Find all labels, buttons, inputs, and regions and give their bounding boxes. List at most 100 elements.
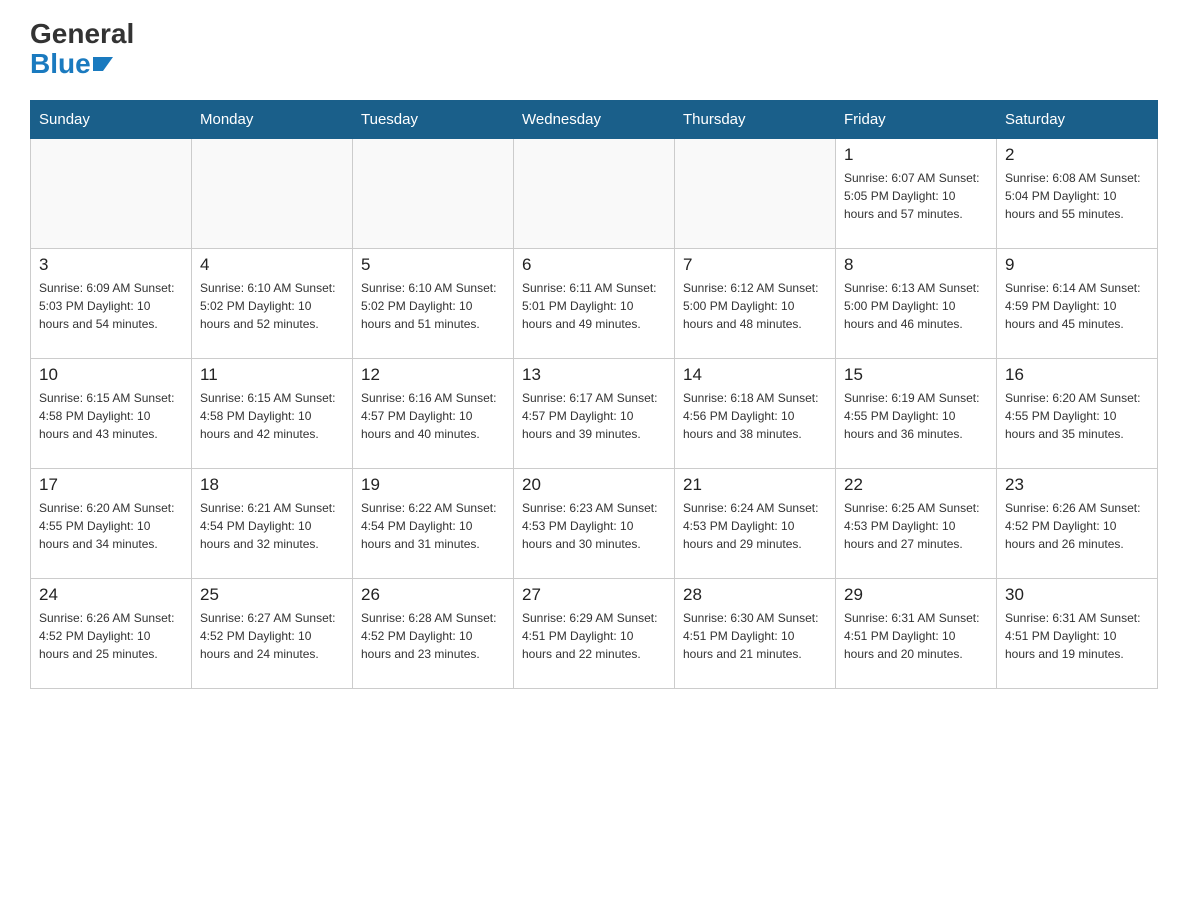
calendar-cell: 22 Sunrise: 6:25 AM Sunset: 4:53 PM Dayli… [836,469,997,579]
calendar-cell: 3 Sunrise: 6:09 AM Sunset: 5:03 PM Daylig… [31,249,192,359]
day-detail: Sunrise: 6:16 AM Sunset: 4:57 PM Dayligh… [361,389,505,443]
day-number: 27 [522,585,666,605]
calendar-cell: 20Sunrise: 6:23 AM Sunset: 4:53 PM Dayli… [514,469,675,579]
day-number: 3 [39,255,183,275]
day-number: 20 [522,475,666,495]
calendar-cell: 1 Sunrise: 6:07 AM Sunset: 5:05 PM Daylig… [836,139,997,249]
day-number: 26 [361,585,505,605]
day-number: 11 [200,365,344,385]
day-detail: Sunrise: 6:07 AM Sunset: 5:05 PM Dayligh… [844,169,988,223]
day-number: 13 [522,365,666,385]
calendar-cell: 4Sunrise: 6:10 AM Sunset: 5:02 PM Daylig… [192,249,353,359]
day-header-wednesday: Wednesday [514,101,675,139]
calendar-header-row: SundayMondayTuesdayWednesdayThursdayFrid… [31,101,1158,139]
day-detail: Sunrise: 6:27 AM Sunset: 4:52 PM Dayligh… [200,609,344,663]
day-number: 28 [683,585,827,605]
day-detail: Sunrise: 6:24 AM Sunset: 4:53 PM Dayligh… [683,499,827,553]
calendar-week-row: 1 Sunrise: 6:07 AM Sunset: 5:05 PM Daylig… [31,139,1158,249]
calendar-cell: 18 Sunrise: 6:21 AM Sunset: 4:54 PM Dayli… [192,469,353,579]
day-number: 14 [683,365,827,385]
day-detail: Sunrise: 6:26 AM Sunset: 4:52 PM Dayligh… [39,609,183,663]
day-header-saturday: Saturday [997,101,1158,139]
calendar-cell: 21 Sunrise: 6:24 AM Sunset: 4:53 PM Dayli… [675,469,836,579]
day-number: 18 [200,475,344,495]
day-number: 9 [1005,255,1149,275]
day-number: 17 [39,475,183,495]
calendar-week-row: 3 Sunrise: 6:09 AM Sunset: 5:03 PM Daylig… [31,249,1158,359]
day-detail: Sunrise: 6:22 AM Sunset: 4:54 PM Dayligh… [361,499,505,553]
day-header-monday: Monday [192,101,353,139]
calendar-week-row: 24Sunrise: 6:26 AM Sunset: 4:52 PM Dayli… [31,579,1158,689]
day-number: 5 [361,255,505,275]
calendar-cell: 26 Sunrise: 6:28 AM Sunset: 4:52 PM Dayli… [353,579,514,689]
calendar-cell: 7Sunrise: 6:12 AM Sunset: 5:00 PM Daylig… [675,249,836,359]
day-header-friday: Friday [836,101,997,139]
day-detail: Sunrise: 6:30 AM Sunset: 4:51 PM Dayligh… [683,609,827,663]
day-detail: Sunrise: 6:17 AM Sunset: 4:57 PM Dayligh… [522,389,666,443]
day-number: 19 [361,475,505,495]
calendar-cell: 14 Sunrise: 6:18 AM Sunset: 4:56 PM Dayli… [675,359,836,469]
day-detail: Sunrise: 6:10 AM Sunset: 5:02 PM Dayligh… [200,279,344,333]
day-number: 22 [844,475,988,495]
calendar-cell: 29 Sunrise: 6:31 AM Sunset: 4:51 PM Dayli… [836,579,997,689]
logo: General Blue [30,20,134,80]
day-detail: Sunrise: 6:13 AM Sunset: 5:00 PM Dayligh… [844,279,988,333]
day-detail: Sunrise: 6:14 AM Sunset: 4:59 PM Dayligh… [1005,279,1149,333]
day-detail: Sunrise: 6:31 AM Sunset: 4:51 PM Dayligh… [844,609,988,663]
day-detail: Sunrise: 6:20 AM Sunset: 4:55 PM Dayligh… [1005,389,1149,443]
calendar-cell: 9 Sunrise: 6:14 AM Sunset: 4:59 PM Daylig… [997,249,1158,359]
day-detail: Sunrise: 6:08 AM Sunset: 5:04 PM Dayligh… [1005,169,1149,223]
day-detail: Sunrise: 6:18 AM Sunset: 4:56 PM Dayligh… [683,389,827,443]
calendar-cell [514,139,675,249]
day-detail: Sunrise: 6:19 AM Sunset: 4:55 PM Dayligh… [844,389,988,443]
day-detail: Sunrise: 6:28 AM Sunset: 4:52 PM Dayligh… [361,609,505,663]
calendar-cell: 16 Sunrise: 6:20 AM Sunset: 4:55 PM Dayli… [997,359,1158,469]
page-header: General Blue [30,20,1158,80]
calendar-cell: 27 Sunrise: 6:29 AM Sunset: 4:51 PM Dayli… [514,579,675,689]
logo-blue-text: Blue [30,48,113,80]
day-detail: Sunrise: 6:20 AM Sunset: 4:55 PM Dayligh… [39,499,183,553]
calendar-cell: 24Sunrise: 6:26 AM Sunset: 4:52 PM Dayli… [31,579,192,689]
calendar-cell: 19 Sunrise: 6:22 AM Sunset: 4:54 PM Dayli… [353,469,514,579]
calendar-cell: 8 Sunrise: 6:13 AM Sunset: 5:00 PM Daylig… [836,249,997,359]
day-detail: Sunrise: 6:15 AM Sunset: 4:58 PM Dayligh… [39,389,183,443]
calendar-cell: 13 Sunrise: 6:17 AM Sunset: 4:57 PM Dayli… [514,359,675,469]
day-detail: Sunrise: 6:09 AM Sunset: 5:03 PM Dayligh… [39,279,183,333]
day-number: 21 [683,475,827,495]
day-detail: Sunrise: 6:21 AM Sunset: 4:54 PM Dayligh… [200,499,344,553]
day-number: 30 [1005,585,1149,605]
calendar-cell: 28 Sunrise: 6:30 AM Sunset: 4:51 PM Dayli… [675,579,836,689]
day-detail: Sunrise: 6:31 AM Sunset: 4:51 PM Dayligh… [1005,609,1149,663]
calendar-week-row: 17 Sunrise: 6:20 AM Sunset: 4:55 PM Dayli… [31,469,1158,579]
logo-triangle-icon [93,57,113,71]
calendar-cell: 23Sunrise: 6:26 AM Sunset: 4:52 PM Dayli… [997,469,1158,579]
day-detail: Sunrise: 6:29 AM Sunset: 4:51 PM Dayligh… [522,609,666,663]
day-number: 25 [200,585,344,605]
day-detail: Sunrise: 6:11 AM Sunset: 5:01 PM Dayligh… [522,279,666,333]
day-number: 12 [361,365,505,385]
day-number: 10 [39,365,183,385]
day-number: 15 [844,365,988,385]
calendar-cell: 10 Sunrise: 6:15 AM Sunset: 4:58 PM Dayli… [31,359,192,469]
calendar-cell [31,139,192,249]
day-header-tuesday: Tuesday [353,101,514,139]
day-header-sunday: Sunday [31,101,192,139]
day-number: 8 [844,255,988,275]
calendar-cell [675,139,836,249]
day-header-thursday: Thursday [675,101,836,139]
day-number: 29 [844,585,988,605]
day-number: 23 [1005,475,1149,495]
calendar-week-row: 10 Sunrise: 6:15 AM Sunset: 4:58 PM Dayli… [31,359,1158,469]
day-detail: Sunrise: 6:10 AM Sunset: 5:02 PM Dayligh… [361,279,505,333]
day-number: 6 [522,255,666,275]
calendar-cell: 25 Sunrise: 6:27 AM Sunset: 4:52 PM Dayli… [192,579,353,689]
day-number: 7 [683,255,827,275]
day-number: 1 [844,145,988,165]
calendar-cell [353,139,514,249]
calendar-cell: 12 Sunrise: 6:16 AM Sunset: 4:57 PM Dayli… [353,359,514,469]
day-number: 16 [1005,365,1149,385]
calendar-cell: 5 Sunrise: 6:10 AM Sunset: 5:02 PM Daylig… [353,249,514,359]
day-detail: Sunrise: 6:25 AM Sunset: 4:53 PM Dayligh… [844,499,988,553]
calendar-cell: 17 Sunrise: 6:20 AM Sunset: 4:55 PM Dayli… [31,469,192,579]
day-detail: Sunrise: 6:15 AM Sunset: 4:58 PM Dayligh… [200,389,344,443]
